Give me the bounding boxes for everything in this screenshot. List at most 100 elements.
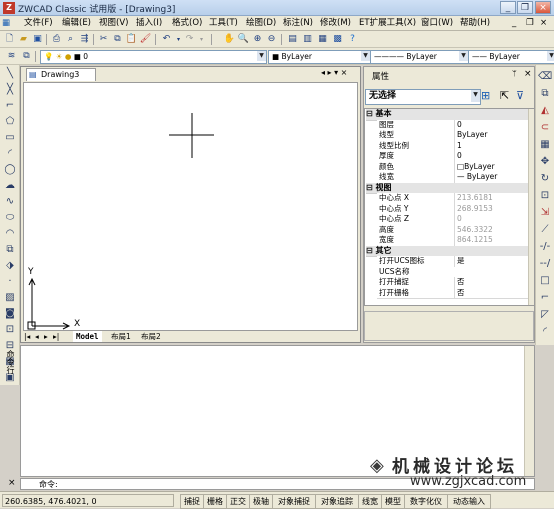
cut-icon[interactable]: ✂ [97, 33, 110, 46]
model-toggle[interactable]: 模型 [381, 494, 405, 509]
doc-close-button[interactable]: × [540, 17, 547, 30]
stretch-icon[interactable]: ⇲ [538, 206, 552, 220]
hatch-icon[interactable]: ▨ [3, 291, 17, 305]
layer-manager-icon[interactable]: ≋ [5, 50, 18, 63]
redo-dropdown-icon[interactable]: ▾ [195, 33, 208, 46]
offset-icon[interactable]: ⊂ [538, 121, 552, 135]
ellipse-arc-icon[interactable]: ◠ [3, 227, 17, 241]
doc-minimize-button[interactable]: _ [512, 17, 516, 30]
zoom-realtime-icon[interactable]: 🔍 [237, 33, 250, 46]
nav-first-button[interactable]: |◂ [24, 331, 30, 342]
nav-next-button[interactable]: ▸ [44, 331, 48, 342]
open-icon[interactable]: ▰ [17, 33, 30, 46]
array-icon[interactable]: ▦ [538, 138, 552, 152]
command-close-button[interactable]: × [8, 478, 16, 488]
menu-draw[interactable]: 绘图(D) [246, 17, 276, 30]
dynamic-input-toggle[interactable]: 动态输入 [447, 494, 491, 509]
layer-previous-icon[interactable]: ⧉ [20, 50, 33, 63]
copy-icon[interactable]: ⧉ [111, 33, 124, 46]
join-icon[interactable]: ⌐ [538, 291, 552, 305]
select-objects-icon[interactable]: ⇱ [500, 89, 509, 102]
trim-icon[interactable]: -/- [538, 240, 552, 254]
pan-icon[interactable]: ✋ [223, 33, 236, 46]
ellipse-icon[interactable]: ⬭ [3, 211, 17, 225]
tab-controls[interactable]: ◂ ▸ ▾ × [321, 68, 347, 77]
tab-layout1[interactable]: 布局1 [111, 331, 131, 342]
arc-icon[interactable]: ◜ [3, 147, 17, 161]
tab-drawing3[interactable]: ▤ Drawing3 [26, 68, 96, 81]
properties-icon[interactable]: ▤ [286, 33, 299, 46]
circle-icon[interactable]: ◯ [3, 163, 17, 177]
ortho-toggle[interactable]: 正交 [226, 494, 250, 509]
color-select[interactable]: ■ ByLayer ▼ [268, 50, 371, 64]
publish-icon[interactable]: ⇶ [78, 33, 91, 46]
boundary-icon[interactable]: ⊡ [3, 323, 17, 337]
menu-format[interactable]: 格式(O) [172, 17, 202, 30]
line-icon[interactable]: ╲ [3, 67, 17, 81]
prop-row[interactable]: 打开栅格否 [377, 287, 528, 299]
extend-icon[interactable]: --/ [538, 257, 552, 271]
grid-toggle[interactable]: 栅格 [203, 494, 227, 509]
print-preview-icon[interactable]: ⌕ [64, 33, 77, 46]
doc-menu-icon[interactable]: ▦ [2, 17, 10, 30]
break-icon[interactable]: □ [538, 274, 552, 288]
property-grid-scrollbar[interactable] [528, 109, 534, 305]
design-center-icon[interactable]: ▥ [301, 33, 314, 46]
otrack-toggle[interactable]: 对象追踪 [315, 494, 359, 509]
paste-icon[interactable]: 📋 [125, 33, 138, 46]
drawing-canvas[interactable]: Y X [23, 82, 358, 331]
tablet-toggle[interactable]: 数字化仪 [404, 494, 448, 509]
copy-object-icon[interactable]: ⧉ [538, 87, 552, 101]
menu-tools[interactable]: 工具(T) [209, 17, 238, 30]
nav-prev-button[interactable]: ◂ [35, 331, 39, 342]
lengthen-icon[interactable]: ⟋ [538, 223, 552, 237]
construction-line-icon[interactable]: ╳ [3, 83, 17, 97]
spline-icon[interactable]: ∿ [3, 195, 17, 209]
print-icon[interactable]: ⎙ [50, 33, 63, 46]
tab-layout2[interactable]: 布局2 [141, 331, 161, 342]
menu-help[interactable]: 帮助(H) [460, 17, 490, 30]
restore-button[interactable]: ❐ [517, 1, 533, 14]
pin-icon[interactable]: ᛘ [512, 69, 517, 78]
minimize-button[interactable]: _ [500, 1, 516, 14]
fillet-icon[interactable]: ◜ [538, 325, 552, 339]
layer-select[interactable]: 💡 ☀ ● ■ 0 ▼ [40, 50, 267, 64]
erase-icon[interactable]: ⌫ [538, 70, 552, 84]
cloud-icon[interactable]: ☁ [3, 179, 17, 193]
menu-dimension[interactable]: 标注(N) [283, 17, 313, 30]
point-icon[interactable]: · [3, 275, 17, 289]
menu-view[interactable]: 视图(V) [99, 17, 128, 30]
menu-file[interactable]: 文件(F) [24, 17, 53, 30]
zoom-window-icon[interactable]: ⊕ [251, 33, 264, 46]
help-icon[interactable]: ? [346, 33, 359, 46]
scale-icon[interactable]: ⊡ [538, 189, 552, 203]
rectangle-icon[interactable]: ▭ [3, 131, 17, 145]
make-block-icon[interactable]: ⬗ [3, 259, 17, 273]
match-properties-icon[interactable]: 🖌 [139, 33, 152, 46]
snap-toggle[interactable]: 捕捉 [180, 494, 204, 509]
menu-et-tools[interactable]: ET扩展工具(X) [359, 17, 416, 30]
close-button[interactable]: × [535, 1, 551, 14]
lineweight-select[interactable]: —— ByLayer ▼ [468, 50, 554, 64]
mirror-icon[interactable]: ◭ [538, 104, 552, 118]
nav-last-button[interactable]: ▸| [53, 331, 59, 342]
rotate-icon[interactable]: ↻ [538, 172, 552, 186]
doc-restore-button[interactable]: ❐ [526, 17, 534, 30]
calculator-icon[interactable]: ▩ [331, 33, 344, 46]
polar-toggle[interactable]: 极轴 [249, 494, 273, 509]
tool-palette-icon[interactable]: ▦ [316, 33, 329, 46]
lineweight-toggle[interactable]: 线宽 [358, 494, 382, 509]
menu-insert[interactable]: 插入(I) [136, 17, 162, 30]
save-icon[interactable]: ▣ [31, 33, 44, 46]
properties-close-button[interactable]: × [524, 69, 532, 79]
polygon-icon[interactable]: ⬠ [3, 115, 17, 129]
menu-window[interactable]: 窗口(W) [421, 17, 453, 30]
move-icon[interactable]: ✥ [538, 155, 552, 169]
linetype-select[interactable]: ———— ByLayer ▼ [370, 50, 469, 64]
menu-edit[interactable]: 编辑(E) [62, 17, 91, 30]
selection-dropdown[interactable]: 无选择 ▼ [365, 89, 481, 105]
tab-model[interactable]: Model [73, 331, 102, 342]
polyline-icon[interactable]: ⌐ [3, 99, 17, 113]
insert-block-icon[interactable]: ⧉ [3, 243, 17, 257]
menu-modify[interactable]: 修改(M) [320, 17, 351, 30]
